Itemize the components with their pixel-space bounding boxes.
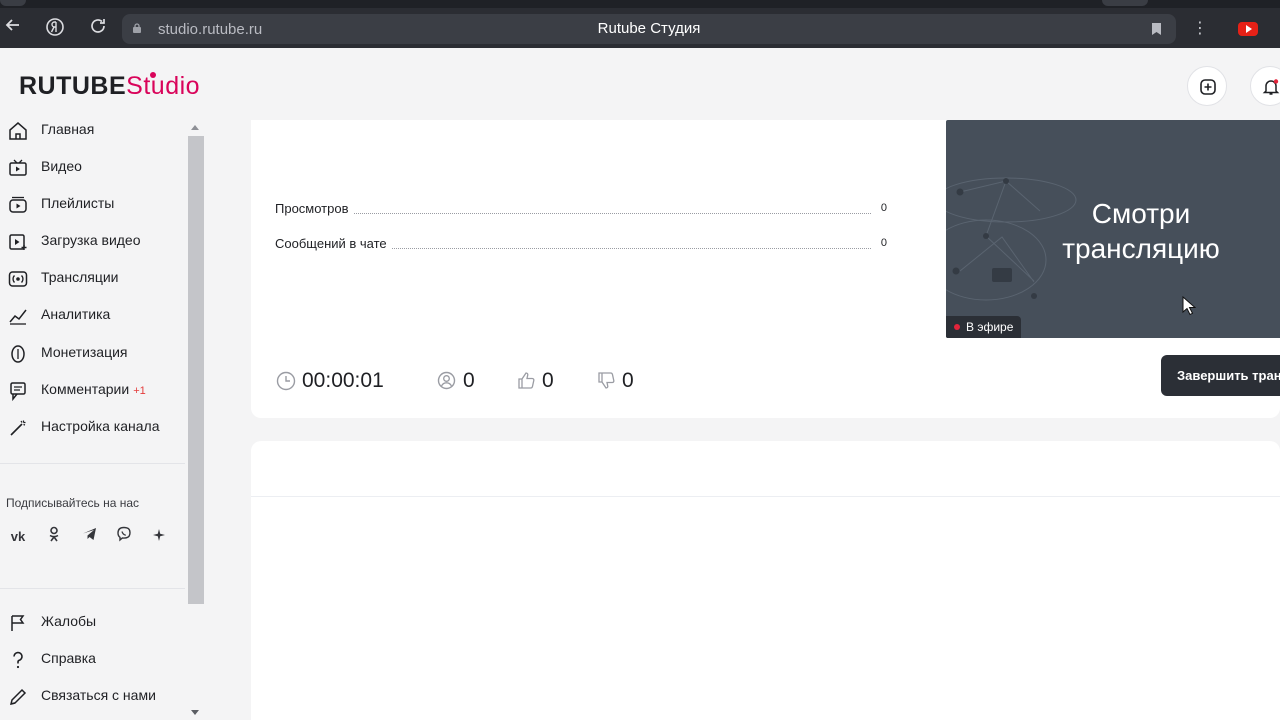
live-label: В эфире: [966, 320, 1014, 334]
yandex-icon[interactable]: [44, 17, 66, 39]
sidebar-item-complaints[interactable]: Жалобы: [0, 608, 185, 640]
chat-messages-row: Сообщений в чате 0: [275, 236, 887, 254]
bell-icon: [1262, 79, 1280, 95]
sidebar-item-home[interactable]: Главная: [0, 116, 185, 148]
app-header: RUTUBEStudio: [0, 48, 1280, 120]
rutube-studio-logo[interactable]: RUTUBEStudio: [19, 72, 200, 101]
comments-badge: +1: [133, 385, 146, 397]
live-dot-icon: [954, 324, 960, 330]
sidebar-item-label: Плейлисты: [41, 195, 115, 211]
broadcast-icon: [8, 271, 28, 287]
sidebar-item-channel-settings[interactable]: Настройка канала: [0, 413, 185, 445]
thumbs-down-icon: [598, 372, 615, 389]
contact-icon: [9, 688, 27, 706]
viewer-icon: [437, 371, 456, 390]
sidebar-item-label: Комментарии +1: [41, 381, 146, 397]
chat-messages-value: 0: [880, 237, 887, 249]
flag-icon: [11, 615, 25, 631]
address-bar[interactable]: studio.rutube.ru Rutube Студия: [122, 14, 1176, 44]
page-title: Rutube Студия: [597, 20, 701, 37]
youtube-extension-icon[interactable]: [1238, 22, 1258, 36]
sidebar-item-analytics[interactable]: Аналитика: [0, 301, 185, 333]
vk-icon[interactable]: vk: [7, 526, 29, 548]
sidebar-item-playlists[interactable]: Плейлисты: [0, 190, 185, 222]
sidebar-scroll-thumb[interactable]: [188, 136, 204, 604]
thumbs-up-icon: [518, 372, 535, 389]
sidebar-item-label: Справка: [41, 650, 96, 666]
plus-square-icon: [1200, 79, 1216, 95]
dislikes-value: 0: [622, 369, 634, 392]
clock-icon: [276, 371, 296, 391]
bookmark-icon[interactable]: [1151, 22, 1162, 36]
sidebar-item-contact[interactable]: Связаться с нами: [0, 682, 185, 714]
scroll-down-arrow-icon[interactable]: [191, 710, 199, 715]
sidebar-item-label: Настройка канала: [41, 418, 160, 434]
content-card: [251, 441, 1280, 720]
upload-video-icon: [9, 234, 27, 250]
views-row: Просмотров 0: [275, 201, 887, 219]
menu-icon[interactable]: ⋮: [1192, 18, 1208, 38]
watch-stream-text: Смотри трансляцию: [1062, 198, 1220, 264]
scroll-up-arrow-icon[interactable]: [191, 125, 199, 130]
live-badge: В эфире: [946, 316, 1022, 338]
browser-toolbar: studio.rutube.ru Rutube Студия ⋮: [0, 0, 1280, 48]
logo-dot: [150, 72, 156, 78]
home-icon: [9, 122, 27, 140]
likes-value: 0: [542, 369, 554, 392]
monetization-icon: [11, 345, 25, 363]
notifications-button[interactable]: [1250, 66, 1280, 106]
follow-us-title: Подписывайтесь на нас: [6, 496, 140, 510]
sidebar-item-label: Аналитика: [41, 306, 111, 322]
stream-preview[interactable]: Смотри трансляцию В эфире: [946, 120, 1280, 338]
mouse-cursor-icon: [1182, 296, 1196, 316]
sidebar-item-label: Трансляции: [41, 269, 119, 285]
sidebar-item-upload[interactable]: Загрузка видео: [0, 227, 185, 259]
viber-icon[interactable]: [113, 526, 135, 548]
sidebar-item-label: Видео: [41, 158, 82, 174]
chat-messages-label: Сообщений в чате: [275, 236, 391, 251]
duration-value: 00:00:01: [302, 369, 384, 392]
sidebar-item-help[interactable]: Справка: [0, 645, 185, 677]
end-stream-button[interactable]: Завершить транс: [1161, 355, 1280, 396]
comments-icon: [10, 382, 26, 401]
sidebar-item-label: Жалобы: [41, 613, 97, 629]
analytics-icon: [9, 309, 27, 325]
sidebar: Главная Видео Плейлисты Загрузка видео Т…: [0, 120, 205, 720]
more-icon[interactable]: [148, 526, 170, 548]
sidebar-item-monetization[interactable]: Монетизация: [0, 339, 185, 371]
sidebar-item-label: Связаться с нами: [41, 687, 156, 703]
sidebar-divider: [0, 463, 185, 464]
logo-sub: Studio: [126, 72, 201, 100]
sidebar-item-video[interactable]: Видео: [0, 153, 185, 185]
tab-strip: [0, 0, 1280, 8]
sidebar-item-broadcasts[interactable]: Трансляции: [0, 264, 185, 296]
views-value: 0: [880, 202, 887, 214]
sidebar-item-label: Главная: [41, 121, 95, 137]
channel-settings-icon: [10, 420, 26, 436]
create-button[interactable]: [1187, 66, 1227, 106]
sidebar-divider: [0, 588, 185, 589]
dotted-leader: [275, 213, 871, 214]
sidebar-item-comments[interactable]: Комментарии +1: [0, 376, 185, 408]
card-divider: [251, 496, 1280, 497]
sidebar-item-label: Монетизация: [41, 344, 128, 360]
sidebar-item-label: Загрузка видео: [41, 232, 141, 248]
playlist-icon: [9, 196, 27, 213]
telegram-icon[interactable]: [78, 526, 100, 548]
viewers-value: 0: [463, 369, 475, 392]
help-icon: [13, 651, 23, 669]
video-icon: [9, 159, 27, 176]
back-button[interactable]: [2, 17, 24, 39]
logo-main: RUTUBE: [19, 72, 127, 100]
views-label: Просмотров: [275, 201, 353, 216]
odnoklassniki-icon[interactable]: [43, 526, 65, 548]
reload-button[interactable]: [87, 17, 109, 39]
